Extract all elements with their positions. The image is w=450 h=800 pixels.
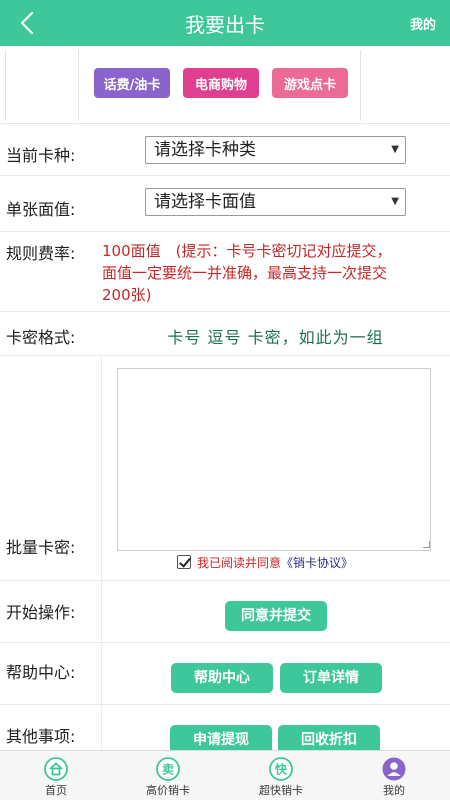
face-value-label: 单张面值: xyxy=(6,200,76,219)
divider xyxy=(5,50,6,121)
category-bar: 话费/油卡 电商购物 游戏点卡 xyxy=(0,48,450,124)
other-row: 其他事项: 申请提现 回收折扣 xyxy=(0,705,450,755)
home-icon xyxy=(44,757,68,781)
divider xyxy=(101,581,102,642)
tab-fast-sell[interactable]: 快 超快销卡 xyxy=(225,751,337,800)
divider xyxy=(78,50,79,121)
face-value-select[interactable]: 请选择卡面值 ▼ xyxy=(145,188,406,216)
tab-label: 首页 xyxy=(45,784,67,797)
tab-my[interactable]: 我的 xyxy=(338,751,450,800)
divider xyxy=(101,705,102,750)
top-bar: 我要出卡 我的 xyxy=(0,0,450,46)
fast-icon: 快 xyxy=(269,757,293,781)
format-row: 卡密格式: 卡号 逗号 卡密，如此为一组 xyxy=(0,312,450,356)
help-row: 帮助中心: 帮助中心 订单详情 xyxy=(0,643,450,705)
agreement-link[interactable]: 《销卡协议》 xyxy=(281,556,353,570)
header-my-link[interactable]: 我的 xyxy=(410,14,436,33)
divider xyxy=(101,643,102,704)
divider xyxy=(360,50,361,121)
category-button-ecommerce[interactable]: 电商购物 xyxy=(183,68,259,98)
svg-text:快: 快 xyxy=(275,762,288,777)
card-type-label: 当前卡种: xyxy=(6,146,76,165)
start-row: 开始操作: 同意并提交 xyxy=(0,581,450,643)
format-label: 卡密格式: xyxy=(6,328,76,347)
tab-label: 超快销卡 xyxy=(259,784,303,797)
start-label: 开始操作: xyxy=(6,603,76,622)
card-type-select[interactable]: 请选择卡种类 ▼ xyxy=(145,136,406,164)
sell-icon: 卖 xyxy=(156,757,180,781)
format-description: 卡号 逗号 卡密，如此为一组 xyxy=(167,328,384,347)
card-type-row: 当前卡种: 请选择卡种类 ▼ xyxy=(0,126,450,176)
category-button-phone-oil[interactable]: 话费/油卡 xyxy=(94,68,170,98)
help-label: 帮助中心: xyxy=(6,663,76,682)
card-type-select-value: 请选择卡种类 xyxy=(154,140,256,160)
tab-home[interactable]: 首页 xyxy=(0,751,112,800)
batch-cards-textarea[interactable] xyxy=(117,368,431,551)
agree-checkbox[interactable] xyxy=(177,555,191,569)
agree-submit-button[interactable]: 同意并提交 xyxy=(225,601,327,631)
svg-text:卖: 卖 xyxy=(162,762,174,777)
other-label: 其他事项: xyxy=(6,727,76,746)
page-title: 我要出卡 xyxy=(185,13,265,37)
batch-label: 批量卡密: xyxy=(6,538,76,557)
bottom-tab-bar: 首页 卖 高价销卡 快 超快销卡 我的 xyxy=(0,750,450,800)
face-value-row: 单张面值: 请选择卡面值 ▼ xyxy=(0,176,450,232)
user-icon xyxy=(382,757,406,781)
rate-hint-text: 100面值 (提示：卡号卡密切记对应提交，面值一定要统一并准确，最高支持一次提交… xyxy=(102,242,392,304)
order-details-button[interactable]: 订单详情 xyxy=(280,663,382,693)
category-button-game[interactable]: 游戏点卡 xyxy=(272,68,348,98)
agree-text: 我已阅读并同意 xyxy=(197,556,282,570)
tab-label: 高价销卡 xyxy=(146,784,190,797)
rate-row: 规则费率: 100面值 (提示：卡号卡密切记对应提交，面值一定要统一并准确，最高… xyxy=(0,232,450,312)
tab-high-price-sell[interactable]: 卖 高价销卡 xyxy=(112,751,224,800)
divider xyxy=(101,356,102,580)
rate-label: 规则费率: xyxy=(6,244,76,263)
resize-handle-icon[interactable] xyxy=(423,541,430,548)
batch-row: 批量卡密: 我已阅读并同意《销卡协议》 xyxy=(0,356,450,581)
face-value-select-value: 请选择卡面值 xyxy=(154,192,256,212)
help-center-button[interactable]: 帮助中心 xyxy=(171,663,273,693)
dropdown-arrow-icon: ▼ xyxy=(391,196,399,207)
tab-label: 我的 xyxy=(383,784,405,797)
dropdown-arrow-icon: ▼ xyxy=(391,144,399,155)
